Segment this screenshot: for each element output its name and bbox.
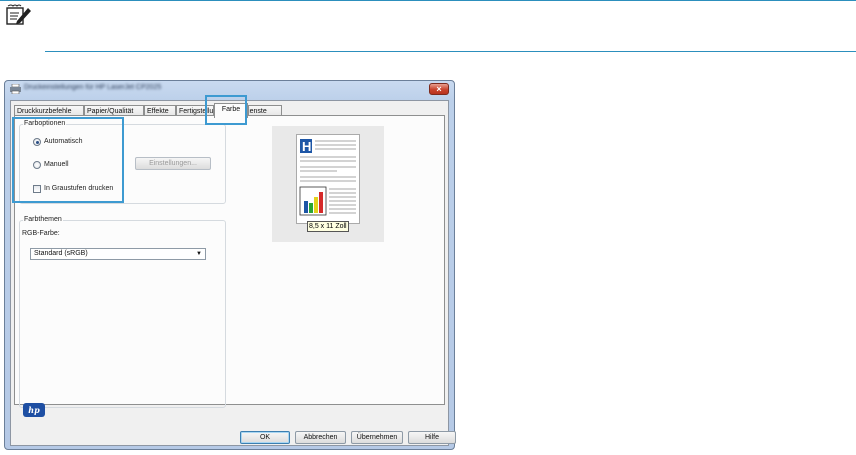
color-themes-title: Farbthemen xyxy=(23,216,63,223)
note-bottom-rule xyxy=(45,51,856,52)
preview-page: H xyxy=(296,134,360,224)
preview-bar-red xyxy=(319,192,323,213)
close-button[interactable]: × xyxy=(429,83,449,95)
preview-page-content: H xyxy=(299,139,356,216)
color-tab-highlight xyxy=(205,95,247,125)
dialog-title: Druckeinstellungen für HP LaserJet CP202… xyxy=(24,84,162,91)
apply-button[interactable]: Übernehmen xyxy=(351,431,403,444)
preview-bar-green xyxy=(309,203,313,213)
ok-button[interactable]: OK xyxy=(240,431,290,444)
rgb-color-value: Standard (sRGB) xyxy=(34,250,88,257)
preview-bar-blue xyxy=(304,201,308,213)
hp-logo: hp xyxy=(23,403,45,417)
cancel-button[interactable]: Abbrechen xyxy=(295,431,346,444)
preview-heading-letter: H xyxy=(302,139,311,154)
rgb-color-label: RGB-Farbe: xyxy=(22,230,60,237)
page-preview: H 8,5 x 11 Zoll xyxy=(272,126,384,242)
rgb-color-select[interactable]: Standard (sRGB) ▼ xyxy=(30,248,206,260)
paper-size-label: 8,5 x 11 Zoll xyxy=(307,221,349,232)
note-icon xyxy=(6,4,31,25)
settings-button[interactable]: Einstellungen... xyxy=(135,157,211,170)
preview-bar-yellow xyxy=(314,197,318,213)
help-button[interactable]: Hilfe xyxy=(408,431,456,444)
close-icon: × xyxy=(436,84,442,94)
dropdown-arrow-icon[interactable]: ▼ xyxy=(196,249,202,259)
color-options-highlight xyxy=(12,117,124,203)
printer-icon xyxy=(10,84,21,94)
color-themes-group: Farbthemen RGB-Farbe: Standard (sRGB) ▼ xyxy=(19,216,226,408)
note-top-rule xyxy=(0,0,856,1)
